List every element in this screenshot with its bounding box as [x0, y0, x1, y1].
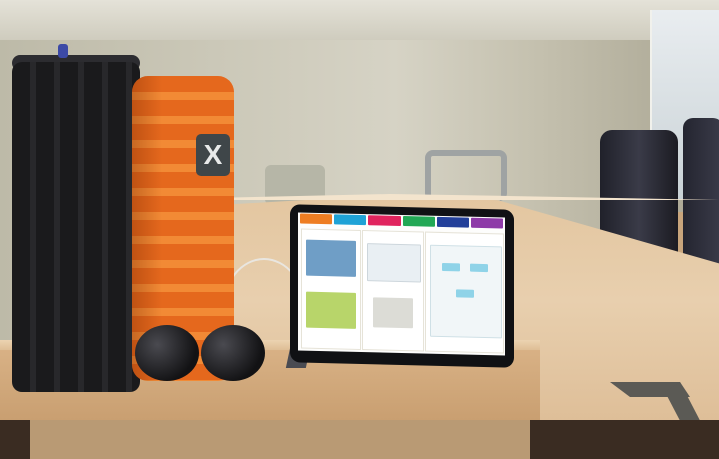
gym-equipment — [425, 150, 507, 201]
black-foam-roller — [12, 62, 140, 392]
ceiling — [0, 0, 719, 40]
tablet-screen[interactable] — [298, 212, 505, 356]
flowchart-node — [470, 263, 488, 273]
panel-title — [363, 231, 423, 234]
flowchart-node — [456, 289, 474, 298]
panel-image — [373, 297, 413, 329]
tablet-tab-1[interactable] — [334, 214, 367, 226]
photo-scene: X — [0, 0, 719, 459]
massage-ball-left — [135, 325, 199, 381]
tablet-tab-bar — [298, 212, 505, 229]
roller-knob — [58, 44, 68, 58]
tablet-tab-0[interactable] — [300, 213, 333, 225]
tablet-tab-2[interactable] — [368, 215, 401, 226]
roller-brand-logo: X — [196, 134, 230, 176]
flowchart-node — [442, 262, 460, 272]
panel-title — [302, 230, 360, 233]
tablet-tab-4[interactable] — [436, 216, 469, 228]
panel-image — [306, 239, 356, 277]
content-panel-2[interactable] — [425, 231, 504, 354]
panel-title — [426, 233, 503, 237]
content-panel-0[interactable] — [301, 228, 361, 350]
tablet — [290, 204, 514, 368]
tablet-tab-5[interactable] — [470, 217, 504, 229]
lower-board — [30, 420, 530, 459]
content-panel-1[interactable] — [362, 230, 424, 352]
panel-diagram — [367, 243, 421, 283]
peanut-massage-ball — [135, 325, 267, 381]
tablet-tab-3[interactable] — [402, 216, 435, 227]
massage-ball-right — [201, 325, 265, 381]
panel-image — [306, 291, 356, 329]
